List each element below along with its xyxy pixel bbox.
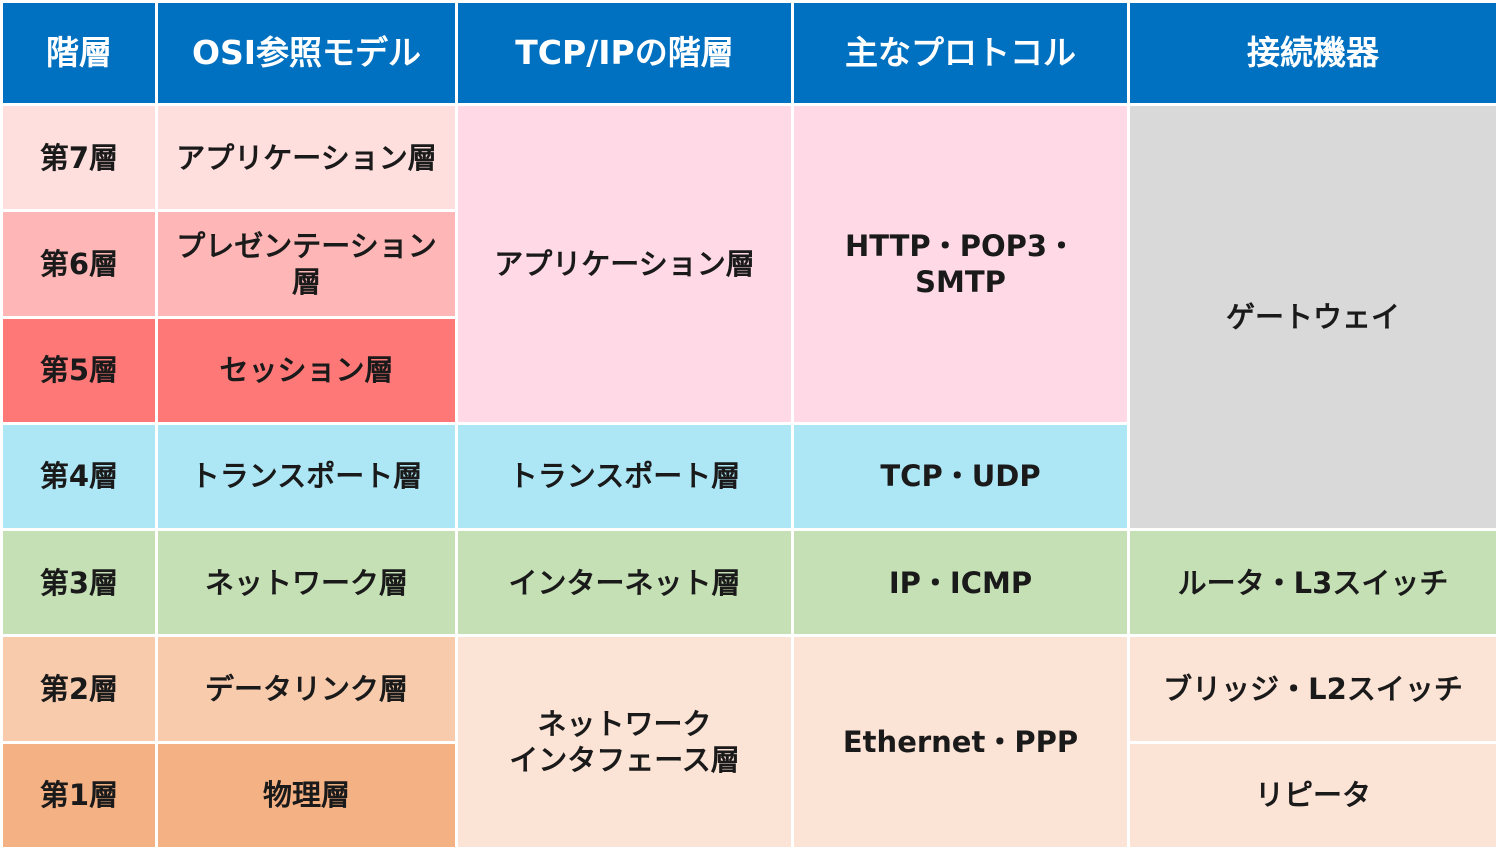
device-bridge: ブリッジ・L2スイッチ <box>1127 634 1496 744</box>
header-row: 階層 OSI参照モデル TCP/IPの階層 主なプロトコル 接続機器 <box>0 0 1496 106</box>
layer-3-osi-name: ネットワーク層 <box>155 528 458 638</box>
tcpip-network-interface-layer: ネットワーク インタフェース層 <box>455 634 794 850</box>
layer-4-osi-name: トランスポート層 <box>155 421 458 532</box>
osi-tcpip-comparison-table: 階層 OSI参照モデル TCP/IPの階層 主なプロトコル 接続機器 第7層 ア… <box>0 0 1496 850</box>
header-protocols: 主なプロトコル <box>791 0 1130 106</box>
header-devices: 接続機器 <box>1127 0 1496 106</box>
layer-3-number: 第3層 <box>0 528 158 638</box>
protocols-transport: TCP・UDP <box>791 421 1130 532</box>
network-interface-line-1: ネットワーク <box>537 706 712 741</box>
layer-5-number: 第5層 <box>0 315 158 425</box>
network-interface-line-2: インタフェース層 <box>509 743 740 778</box>
layer-4-number: 第4層 <box>0 421 158 532</box>
table-row: 第2層 データリンク層 ネットワーク インタフェース層 Ethernet・PPP… <box>0 634 1496 850</box>
tcpip-internet-layer: インターネット層 <box>455 528 794 638</box>
header-osi-model: OSI参照モデル <box>155 0 458 106</box>
protocols-application: HTTP・POP3・SMTP <box>791 103 1130 425</box>
layer-1-number: 第1層 <box>0 740 158 850</box>
device-gateway: ゲートウェイ <box>1127 102 1496 532</box>
layer-2-number: 第2層 <box>0 634 158 744</box>
table-row: 第7層 アプリケーション層 アプリケーション層 HTTP・POP3・SMTP ゲ… <box>0 102 1496 532</box>
table-row: 第3層 ネットワーク層 インターネット層 IP・ICMP ルータ・L3スイッチ <box>0 528 1496 638</box>
header-layer: 階層 <box>0 0 158 106</box>
layer-6-osi-name: プレゼンテーション層 <box>155 209 458 319</box>
device-router: ルータ・L3スイッチ <box>1127 528 1496 638</box>
layer-7-osi-name: アプリケーション層 <box>155 102 458 213</box>
device-repeater: リピータ <box>1127 740 1496 850</box>
tcpip-transport-layer: トランスポート層 <box>455 421 794 532</box>
table-header: 階層 OSI参照モデル TCP/IPの階層 主なプロトコル 接続機器 <box>0 0 1496 106</box>
layer-1-osi-name: 物理層 <box>155 740 458 850</box>
protocols-internet: IP・ICMP <box>791 528 1130 638</box>
table-body: 第7層 アプリケーション層 アプリケーション層 HTTP・POP3・SMTP ゲ… <box>0 102 1496 850</box>
layer-6-number: 第6層 <box>0 209 158 319</box>
layer-2-osi-name: データリンク層 <box>155 634 458 744</box>
protocols-network-interface: Ethernet・PPP <box>791 634 1130 850</box>
header-tcpip-layer: TCP/IPの階層 <box>455 0 794 106</box>
layer-7-number: 第7層 <box>0 102 158 213</box>
tcpip-application-layer: アプリケーション層 <box>455 103 794 425</box>
layer-5-osi-name: セッション層 <box>155 315 458 425</box>
